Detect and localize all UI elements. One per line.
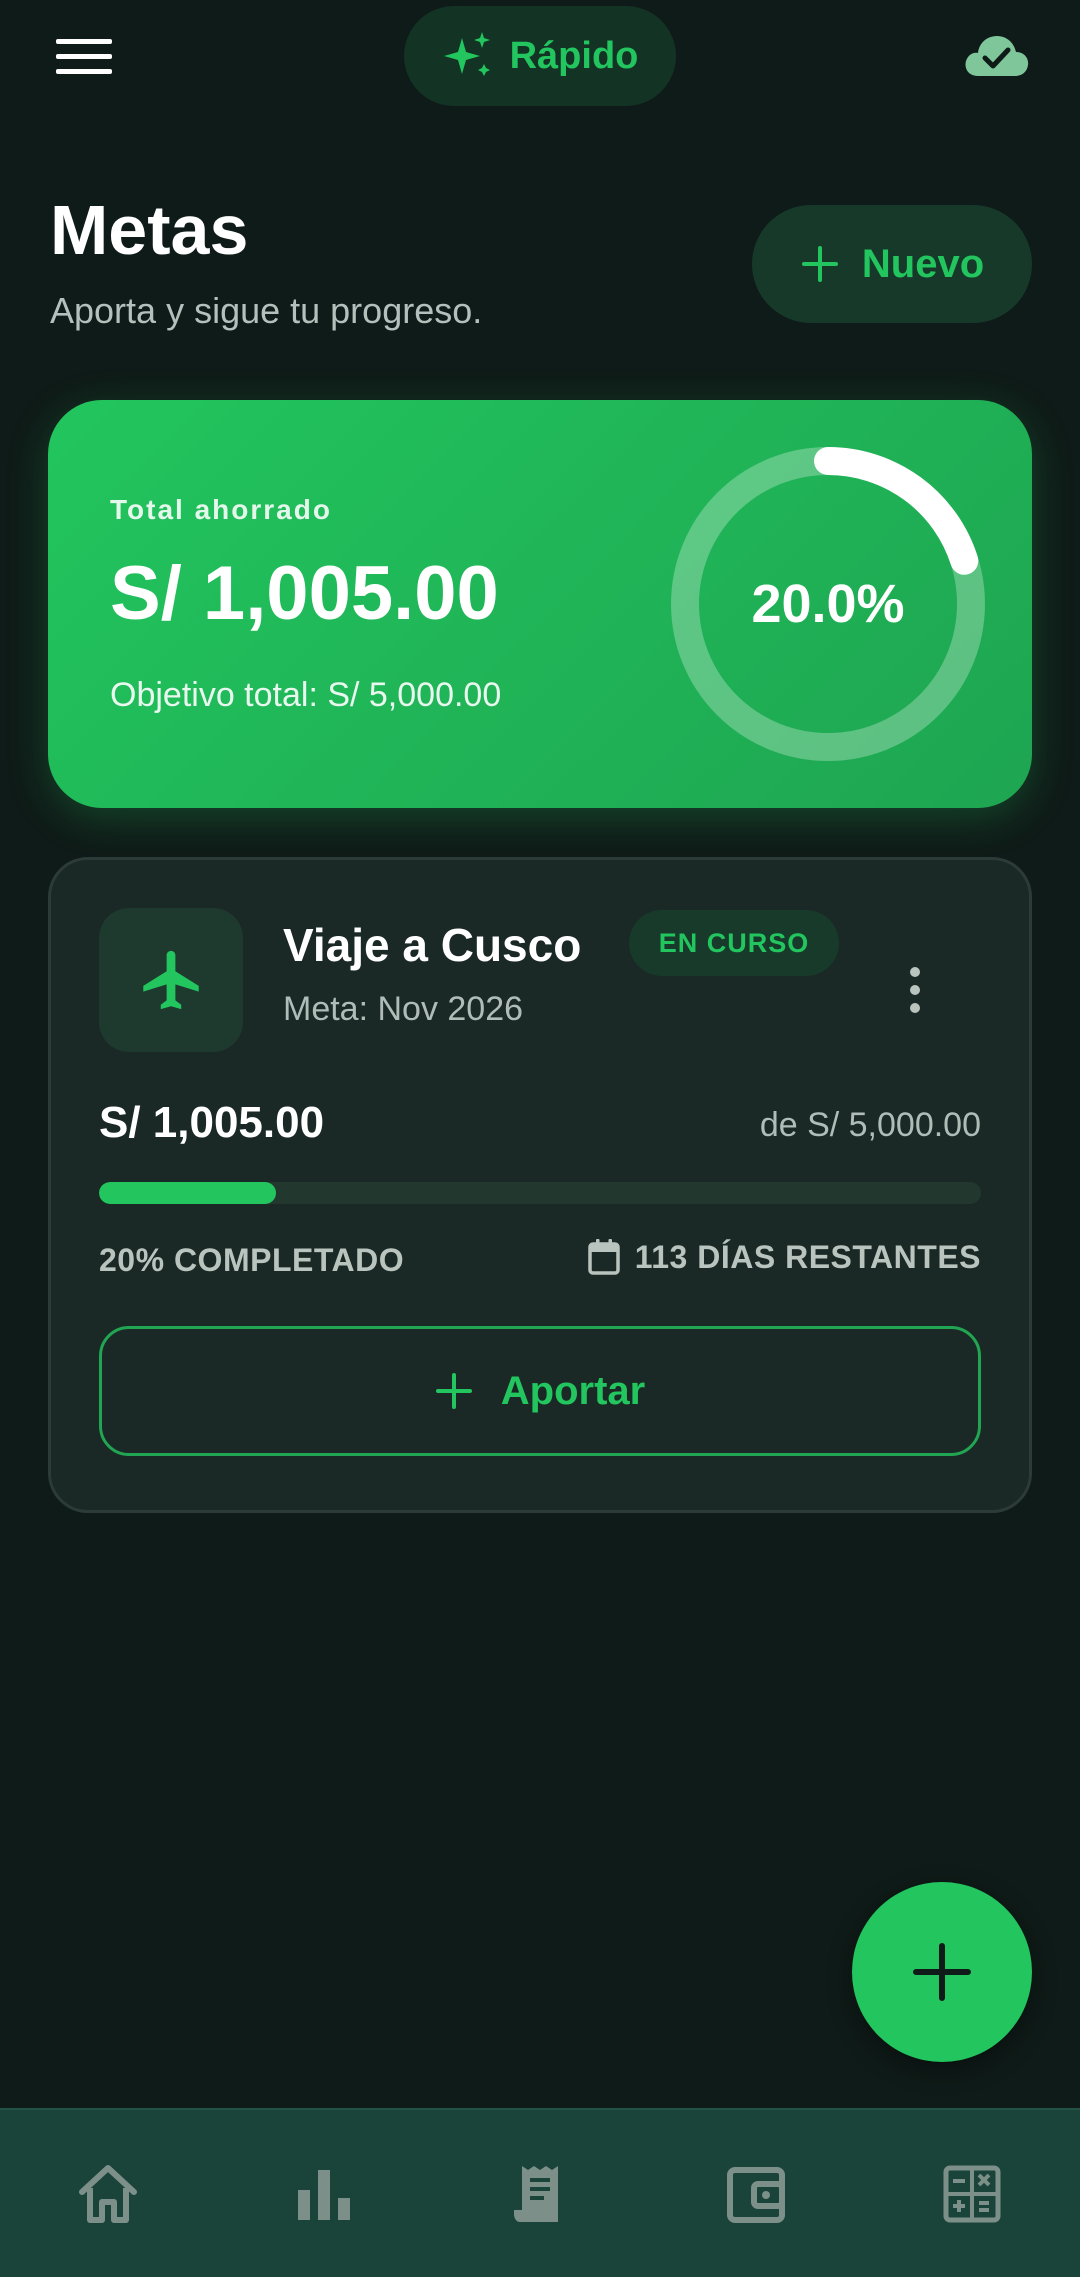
wallet-icon: [727, 2166, 785, 2223]
goal-target-amount: de S/ 5,000.00: [759, 1106, 981, 1144]
home-icon: [79, 2164, 137, 2223]
goal-progress-bar: [99, 1182, 981, 1204]
contribute-button[interactable]: Aportar: [99, 1326, 981, 1456]
plus-icon: [435, 1373, 472, 1409]
plus-icon: [913, 1943, 971, 2001]
nav-calculator[interactable]: [912, 2134, 1032, 2254]
goal-card[interactable]: Viaje a Cusco Meta: Nov 2026 EN CURSO S/…: [48, 857, 1032, 1513]
calculator-icon: [943, 2165, 1001, 2222]
bottom-navigation: [0, 2108, 1080, 2277]
total-saved-amount: S/ 1,005.00: [110, 551, 499, 636]
bar-chart-icon: [298, 2169, 350, 2220]
nav-wallet[interactable]: [696, 2134, 816, 2254]
page-title: Metas: [50, 191, 249, 269]
total-target: Objetivo total: S/ 5,000.00: [110, 676, 502, 714]
goal-name: Viaje a Cusco: [283, 919, 582, 971]
goal-saved-amount: S/ 1,005.00: [99, 1098, 325, 1147]
receipt-icon: [514, 2165, 558, 2222]
progress-percent: 20.0%: [751, 574, 905, 634]
nav-transactions[interactable]: [480, 2134, 600, 2254]
days-remaining: 113 DÍAS RESTANTES: [587, 1238, 981, 1276]
quick-mode-button[interactable]: Rápido: [404, 6, 676, 106]
airplane-icon: [143, 950, 199, 1010]
add-fab-button[interactable]: [852, 1882, 1032, 2062]
nav-home[interactable]: [48, 2134, 168, 2254]
more-options-button[interactable]: [895, 960, 935, 1020]
total-saved-card: Total ahorrado S/ 1,005.00 Objetivo tota…: [48, 400, 1032, 808]
cloud-check-icon[interactable]: [962, 30, 1030, 80]
page-subtitle: Aporta y sigue tu progreso.: [50, 290, 483, 331]
goal-icon-box: [99, 908, 243, 1052]
status-badge: EN CURSO: [629, 910, 839, 976]
total-saved-label: Total ahorrado: [110, 494, 332, 525]
goal-progress-fill: [99, 1182, 277, 1204]
goal-date: Meta: Nov 2026: [283, 990, 524, 1028]
top-bar: Rápido: [0, 0, 1080, 115]
goals-screen: Rápido Metas Aporta y sigue tu progreso.…: [0, 0, 1080, 2277]
menu-icon: [56, 39, 112, 74]
contribute-label: Aportar: [500, 1368, 646, 1413]
calendar-icon: [587, 1239, 620, 1275]
new-goal-label: Nuevo: [861, 241, 985, 286]
plus-icon: [801, 246, 838, 282]
new-goal-button[interactable]: Nuevo: [752, 205, 1032, 323]
days-remaining-label: 113 DÍAS RESTANTES: [634, 1238, 981, 1275]
goal-percent-label: 20% COMPLETADO: [99, 1242, 405, 1278]
sparkles-icon: [443, 32, 490, 76]
more-vertical-icon: [910, 967, 920, 1013]
menu-button[interactable]: [50, 30, 118, 84]
quick-mode-label: Rápido: [509, 34, 639, 77]
nav-stats[interactable]: [264, 2134, 384, 2254]
